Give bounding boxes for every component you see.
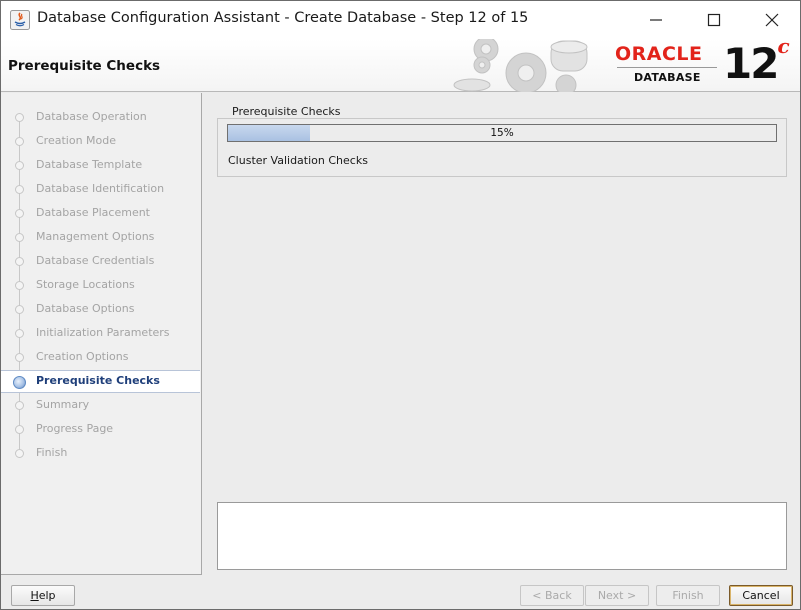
sidebar-step-label: Database Operation (36, 110, 147, 123)
oracle-logo: ORACLE (615, 43, 703, 65)
sidebar-step-database-placement[interactable]: Database Placement (1, 202, 200, 225)
step-dot-icon (15, 233, 24, 242)
close-button[interactable] (743, 1, 800, 39)
back-button[interactable]: < Back (520, 585, 584, 606)
sidebar-step-management-options[interactable]: Management Options (1, 226, 200, 249)
sidebar-step-storage-locations[interactable]: Storage Locations (1, 274, 200, 297)
page-header: Prerequisite Checks ORACLE DATABASE 12c (1, 34, 800, 92)
sidebar-step-label: Initialization Parameters (36, 326, 170, 339)
step-dot-icon (15, 113, 24, 122)
sidebar-step-label: Database Placement (36, 206, 150, 219)
sidebar-step-label: Storage Locations (36, 278, 135, 291)
sidebar-step-finish[interactable]: Finish (1, 442, 200, 465)
maximize-button[interactable] (685, 1, 743, 39)
step-dot-icon (15, 257, 24, 266)
version-logo: 12c (723, 34, 790, 88)
logo-divider (617, 67, 717, 68)
sidebar-step-label: Database Identification (36, 182, 165, 195)
sidebar-step-label: Creation Options (36, 350, 129, 363)
maximize-icon (707, 13, 721, 27)
java-app-icon (10, 10, 30, 30)
sidebar-step-label: Progress Page (36, 422, 114, 435)
oracle-database-label: DATABASE (634, 71, 701, 84)
step-dot-icon (15, 449, 24, 458)
step-dot-icon (15, 329, 24, 338)
step-dot-icon (15, 137, 24, 146)
group-title: Prerequisite Checks (228, 105, 345, 118)
dbca-window: Database Configuration Assistant - Creat… (0, 0, 801, 610)
sidebar-step-label: Finish (36, 446, 68, 459)
title-bar: Database Configuration Assistant - Creat… (1, 1, 800, 39)
sidebar-step-initialization-parameters[interactable]: Initialization Parameters (1, 322, 200, 345)
finish-button[interactable]: Finish (656, 585, 720, 606)
sidebar-step-database-options[interactable]: Database Options (1, 298, 200, 321)
window-title: Database Configuration Assistant - Creat… (37, 10, 529, 26)
gears-graphic-icon (453, 39, 588, 92)
sidebar-step-label: Database Options (36, 302, 135, 315)
next-button[interactable]: Next > (585, 585, 649, 606)
sidebar-step-label: Database Credentials (36, 254, 155, 267)
sidebar-step-creation-mode[interactable]: Creation Mode (1, 130, 200, 153)
step-dot-icon (15, 209, 24, 218)
details-text-area[interactable] (217, 502, 787, 570)
sidebar-step-label: Management Options (36, 230, 155, 243)
sidebar-step-database-template[interactable]: Database Template (1, 154, 200, 177)
steps-sidebar: Database Operation Creation Mode Database … (1, 93, 202, 575)
sidebar-step-database-operation[interactable]: Database Operation (1, 106, 200, 129)
cancel-button[interactable]: Cancel (729, 585, 793, 606)
version-suffix: c (777, 34, 789, 58)
step-dot-icon (15, 281, 24, 290)
step-dot-icon (15, 425, 24, 434)
sidebar-step-creation-options[interactable]: Creation Options (1, 346, 200, 369)
current-step-icon (13, 376, 26, 389)
sidebar-step-database-identification[interactable]: Database Identification (1, 178, 200, 201)
help-button-label: Help (30, 589, 56, 602)
sidebar-step-label: Creation Mode (36, 134, 117, 147)
sidebar-step-progress-page[interactable]: Progress Page (1, 418, 200, 441)
minimize-button[interactable] (627, 1, 685, 39)
close-icon (765, 13, 779, 27)
help-button[interactable]: Help (11, 585, 75, 606)
sidebar-step-label: Prerequisite Checks (36, 374, 160, 387)
status-text: Cluster Validation Checks (228, 154, 368, 167)
progress-percent: 15% (490, 127, 514, 139)
sidebar-step-summary[interactable]: Summary (1, 394, 200, 417)
step-dot-icon (15, 161, 24, 170)
version-number: 12 (723, 39, 779, 88)
step-dot-icon (15, 401, 24, 410)
step-dot-icon (15, 305, 24, 314)
step-dot-icon (15, 353, 24, 362)
sidebar-step-prerequisite-checks[interactable]: Prerequisite Checks (1, 370, 200, 393)
sidebar-step-label: Summary (36, 398, 90, 411)
sidebar-step-label: Database Template (36, 158, 143, 171)
page-title: Prerequisite Checks (8, 58, 161, 74)
step-dot-icon (15, 185, 24, 194)
progress-bar: 15% (227, 124, 777, 142)
minimize-icon (650, 19, 662, 21)
sidebar-step-database-credentials[interactable]: Database Credentials (1, 250, 200, 273)
